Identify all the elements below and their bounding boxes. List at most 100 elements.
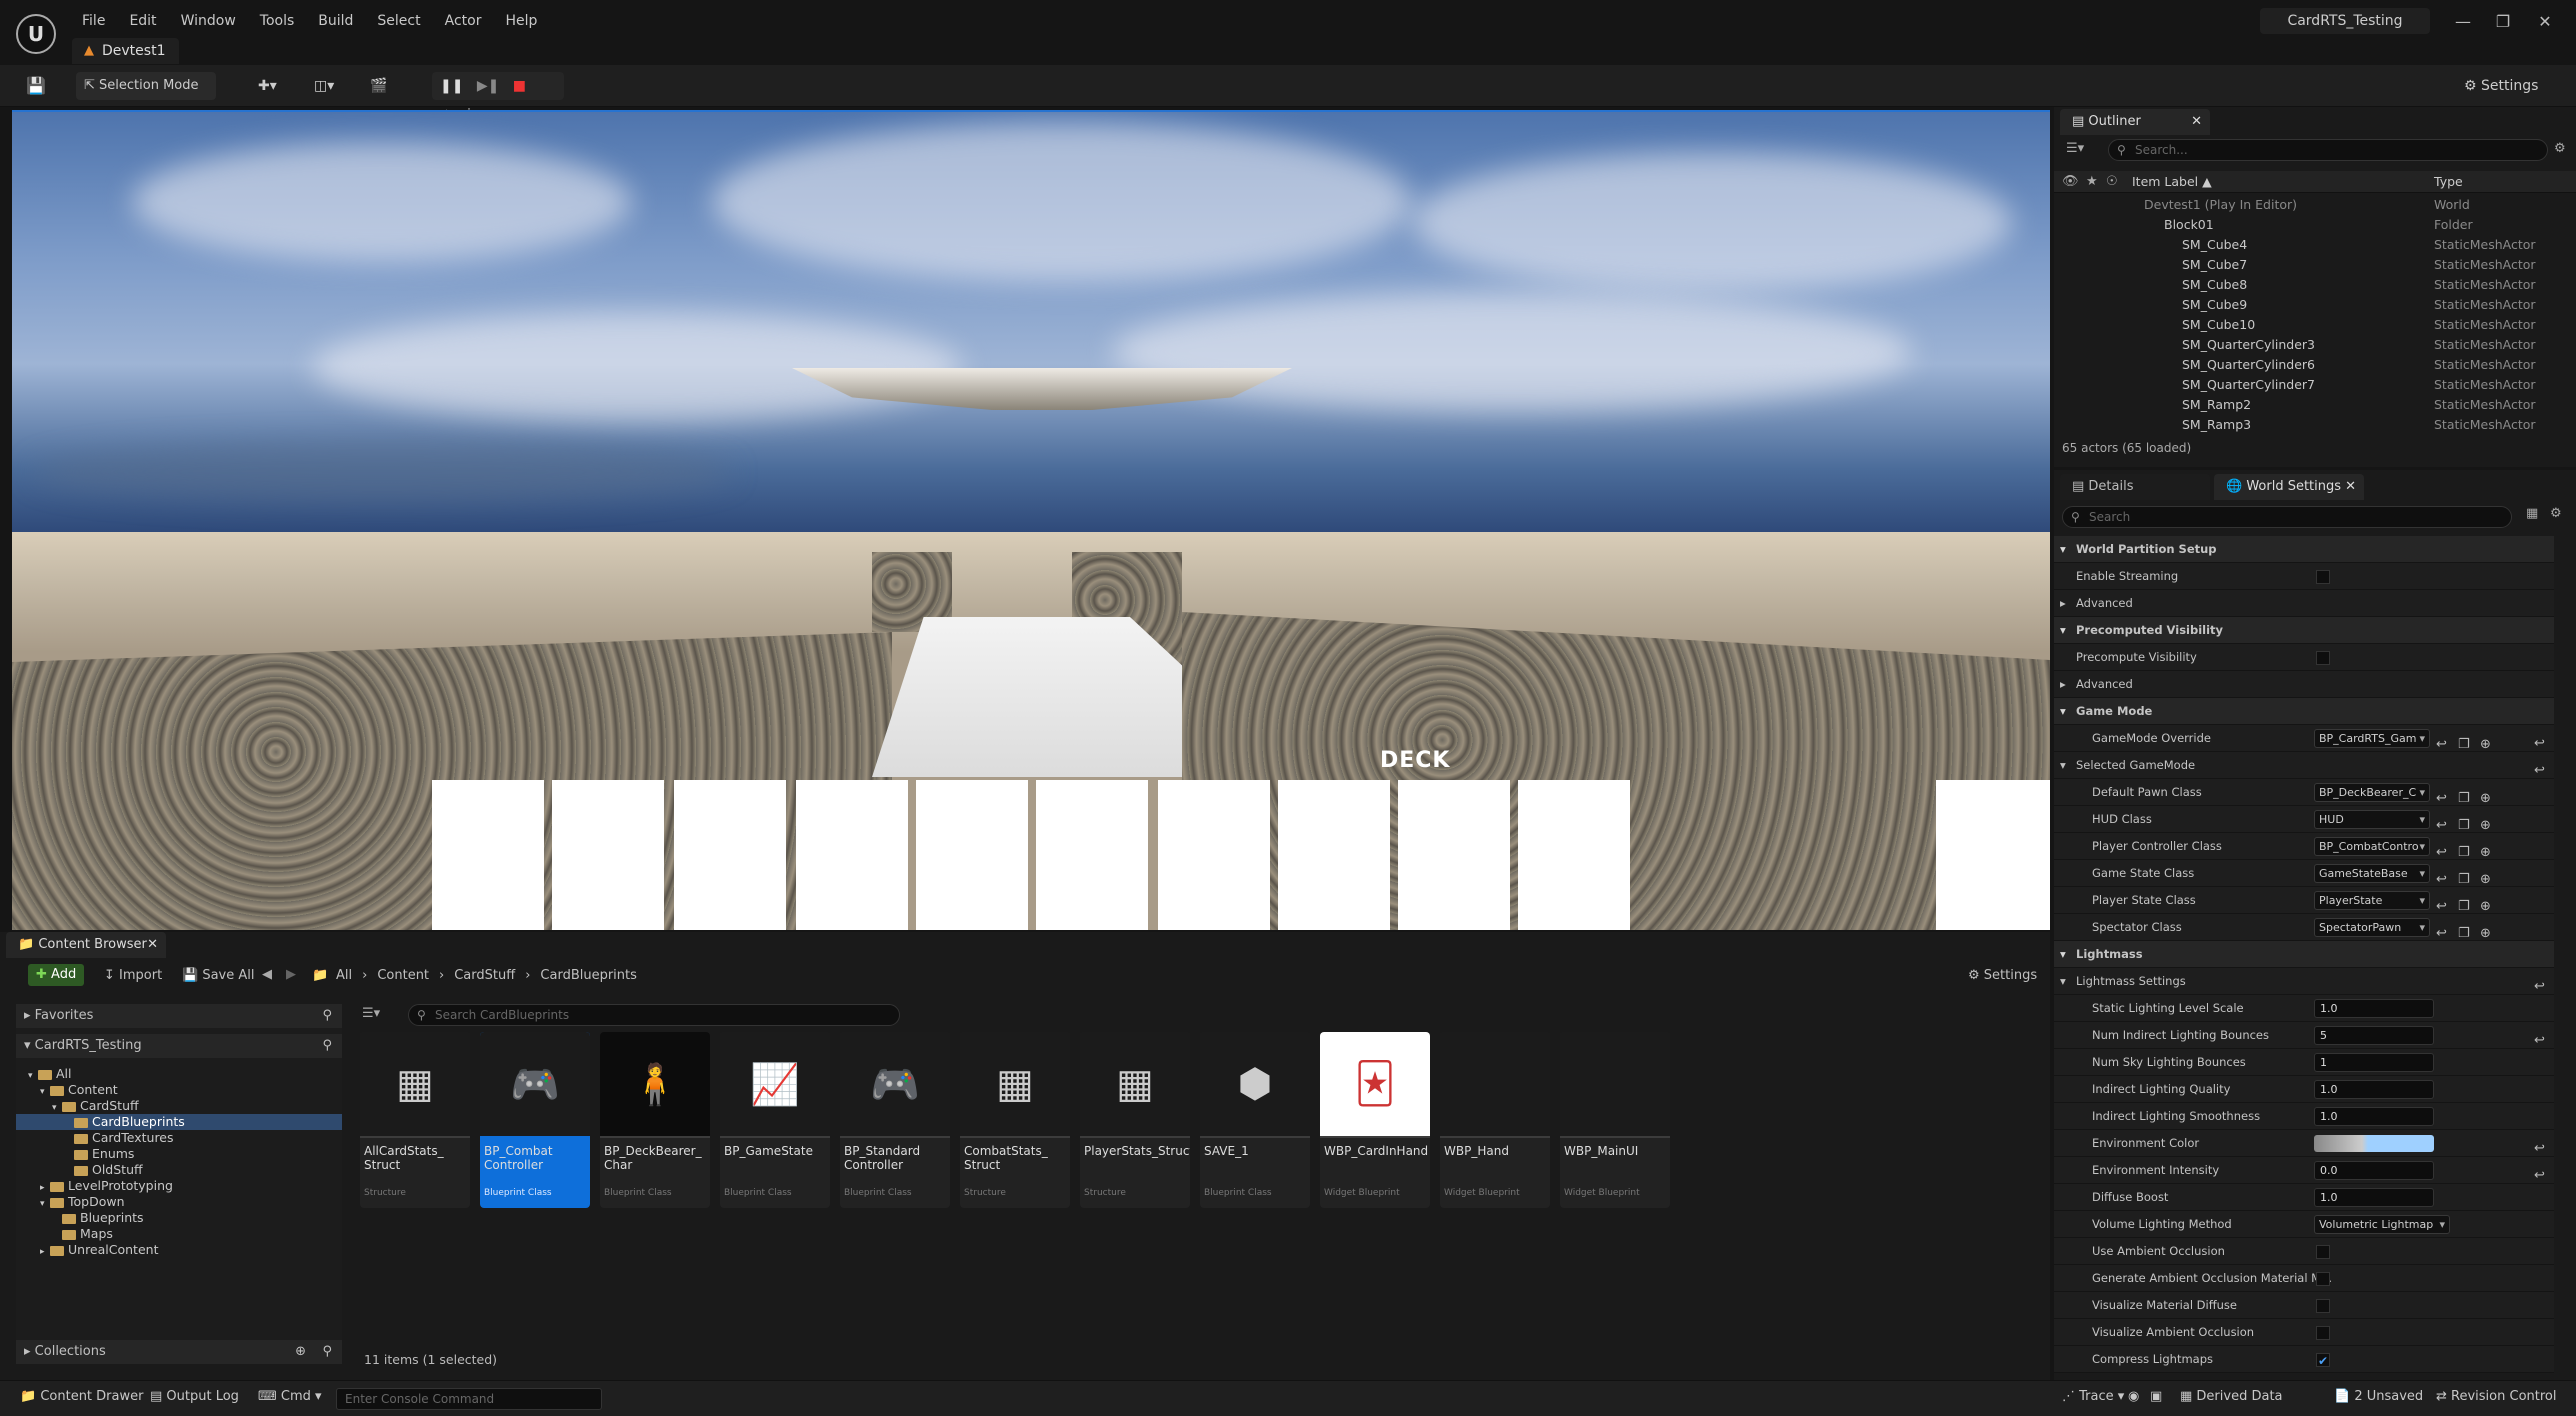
stop-icon[interactable]: ■ — [513, 78, 526, 94]
table-view-icon[interactable]: ▦ — [2526, 506, 2538, 521]
level-tab[interactable]: ▲ Devtest1 — [72, 38, 180, 64]
close-icon[interactable]: ✕ — [147, 932, 158, 958]
menu-file[interactable]: File — [70, 10, 117, 32]
class-dropdown[interactable]: BP_DeckBearer_C — [2314, 783, 2430, 802]
checkbox[interactable] — [2316, 651, 2330, 665]
outliner-row[interactable]: SM_QuarterCylinder7 StaticMeshActor — [2054, 375, 2576, 395]
card-slot[interactable] — [552, 780, 664, 930]
tree-folder[interactable]: OldStuff — [16, 1162, 342, 1178]
details-row[interactable]: ▾ Precomputed Visibility — [2054, 617, 2554, 644]
checkbox[interactable] — [2316, 1348, 2330, 1375]
checkbox[interactable] — [2316, 1245, 2330, 1259]
outliner-row[interactable]: SM_Cube9 StaticMeshActor — [2054, 295, 2576, 315]
outliner-row[interactable]: SM_QuarterCylinder3 StaticMeshActor — [2054, 335, 2576, 355]
cinematics-icon[interactable]: 🎬▾ — [362, 72, 402, 122]
asset-tile[interactable]: 🧍 BP_DeckBearer_ Char Blueprint Class — [600, 1032, 710, 1208]
star-icon[interactable]: ★ — [2086, 174, 2098, 189]
tree-folder[interactable]: ▾ TopDown — [16, 1194, 342, 1210]
col-item-label[interactable]: Item Label ▲ — [2132, 174, 2212, 189]
card-slot[interactable] — [1398, 780, 1510, 930]
breadcrumb-content[interactable]: Content — [377, 968, 429, 983]
minimize-icon[interactable]: — — [2448, 12, 2478, 31]
close-icon[interactable]: ✕ — [2191, 109, 2202, 135]
details-search-input[interactable]: Search — [2062, 506, 2512, 528]
menu-edit[interactable]: Edit — [117, 10, 168, 32]
chevron-icon[interactable]: ▸ — [40, 1244, 50, 1260]
favorites-header[interactable]: ▸ Favorites ⚲ — [16, 1004, 342, 1028]
details-row[interactable]: ▸ Advanced — [2054, 671, 2554, 698]
asset-tile[interactable]: 📈 BP_GameState Blueprint Class — [720, 1032, 830, 1208]
tree-folder[interactable]: ▸ UnrealContent — [16, 1242, 342, 1258]
close-icon[interactable]: ✕ — [2530, 12, 2560, 31]
checkbox[interactable] — [2316, 1326, 2330, 1340]
class-dropdown[interactable]: BP_CombatContro — [2314, 837, 2430, 856]
search-icon[interactable]: ⚲ — [322, 1340, 332, 1364]
cmd-dropdown[interactable]: ⌨ Cmd ▾ — [258, 1389, 322, 1404]
card-slot[interactable] — [1278, 780, 1390, 930]
tree-folder[interactable]: ▾ Content — [16, 1082, 342, 1098]
card-slot[interactable] — [1158, 780, 1270, 930]
checkbox[interactable] — [2316, 1299, 2330, 1313]
camera-icon[interactable]: ▣ — [2150, 1389, 2162, 1404]
breadcrumb-all[interactable]: All — [336, 968, 352, 983]
tab-content-browser[interactable]: 📁 Content Browser ✕ — [6, 932, 166, 958]
menu-select[interactable]: Select — [365, 10, 432, 32]
pin-icon[interactable]: ☉ — [2106, 174, 2118, 189]
outliner-row[interactable]: SM_Cube4 StaticMeshActor — [2054, 235, 2576, 255]
outliner-row[interactable]: SM_Ramp2 StaticMeshActor — [2054, 395, 2576, 415]
number-field[interactable]: 1.0 — [2314, 999, 2434, 1018]
card-slot[interactable] — [916, 780, 1028, 930]
import-button[interactable]: ↧ Import — [104, 968, 162, 983]
card-slot[interactable] — [432, 780, 544, 930]
derived-data-button[interactable]: ▦ Derived Data — [2180, 1389, 2283, 1404]
outliner-row[interactable]: Block01 Folder — [2054, 215, 2576, 235]
outliner-row[interactable]: SM_QuarterCylinder6 StaticMeshActor — [2054, 355, 2576, 375]
details-row[interactable]: ▾ Lightmass Settings ↩ — [2054, 968, 2554, 995]
save-icon[interactable]: 💾 — [18, 72, 48, 100]
record-icon[interactable]: ◉ — [2128, 1389, 2139, 1404]
number-field[interactable]: 1.0 — [2314, 1188, 2434, 1207]
card-slot[interactable] — [796, 780, 908, 930]
menu-actor[interactable]: Actor — [433, 10, 494, 32]
tab-details[interactable]: ▤ Details — [2060, 474, 2210, 500]
unreal-logo-icon[interactable]: U — [16, 14, 56, 54]
content-drawer-button[interactable]: 📁 Content Drawer — [20, 1389, 143, 1404]
tab-world-settings[interactable]: 🌐 World Settings ✕ — [2214, 474, 2364, 500]
add-collection-icon[interactable]: ⊕ — [295, 1340, 306, 1364]
tree-folder[interactable]: ▾ All — [16, 1066, 342, 1082]
search-icon[interactable]: ⚲ — [322, 1004, 332, 1028]
gear-icon[interactable]: ⚙ — [2550, 506, 2562, 521]
tree-folder[interactable]: Blueprints — [16, 1210, 342, 1226]
details-row[interactable]: ▸ Advanced — [2054, 590, 2554, 617]
class-dropdown[interactable]: HUD — [2314, 810, 2430, 829]
number-field[interactable]: 1 — [2314, 1053, 2434, 1072]
number-field[interactable]: 1.0 — [2314, 1107, 2434, 1126]
class-dropdown[interactable]: GameStateBase — [2314, 864, 2430, 883]
asset-tile[interactable]: ▦ PlayerStats_Struct Structure — [1080, 1032, 1190, 1208]
tree-folder[interactable]: ▾ CardStuff — [16, 1098, 342, 1114]
eye-icon[interactable]: 👁 — [2062, 174, 2079, 189]
pause-icon[interactable]: ❚❚ — [440, 78, 463, 94]
filter-icon[interactable]: ☰▾ — [362, 1006, 380, 1021]
asset-tile[interactable]: ▦ CombatStats_ Struct Structure — [960, 1032, 1070, 1208]
menu-build[interactable]: Build — [306, 10, 365, 32]
outliner-row[interactable]: SM_Cube7 StaticMeshActor — [2054, 255, 2576, 275]
color-swatch[interactable] — [2314, 1135, 2434, 1152]
card-slot[interactable] — [674, 780, 786, 930]
tree-folder[interactable]: CardBlueprints — [16, 1114, 342, 1130]
forward-icon[interactable]: ▶ — [286, 967, 296, 982]
class-dropdown[interactable]: PlayerState — [2314, 891, 2430, 910]
tree-folder[interactable]: CardTextures — [16, 1130, 342, 1146]
settings-button[interactable]: ⚙ Settings ▾ — [2456, 72, 2556, 122]
project-header[interactable]: ▾ CardRTS_Testing ⚲ — [16, 1034, 342, 1058]
revision-control-button[interactable]: ⇄ Revision Control — [2436, 1389, 2557, 1404]
unsaved-button[interactable]: 📄 2 Unsaved — [2334, 1389, 2423, 1404]
details-row[interactable]: ▾ World Partition Setup — [2054, 536, 2554, 563]
card-slot[interactable] — [1518, 780, 1630, 930]
menu-help[interactable]: Help — [493, 10, 549, 32]
details-row[interactable]: ▾ Lightmass — [2054, 941, 2554, 968]
outliner-search-input[interactable]: Search... — [2108, 139, 2548, 161]
card-slot[interactable] — [1936, 780, 2050, 930]
number-field[interactable]: 5 — [2314, 1026, 2434, 1045]
maximize-icon[interactable]: ❐ — [2488, 12, 2518, 31]
